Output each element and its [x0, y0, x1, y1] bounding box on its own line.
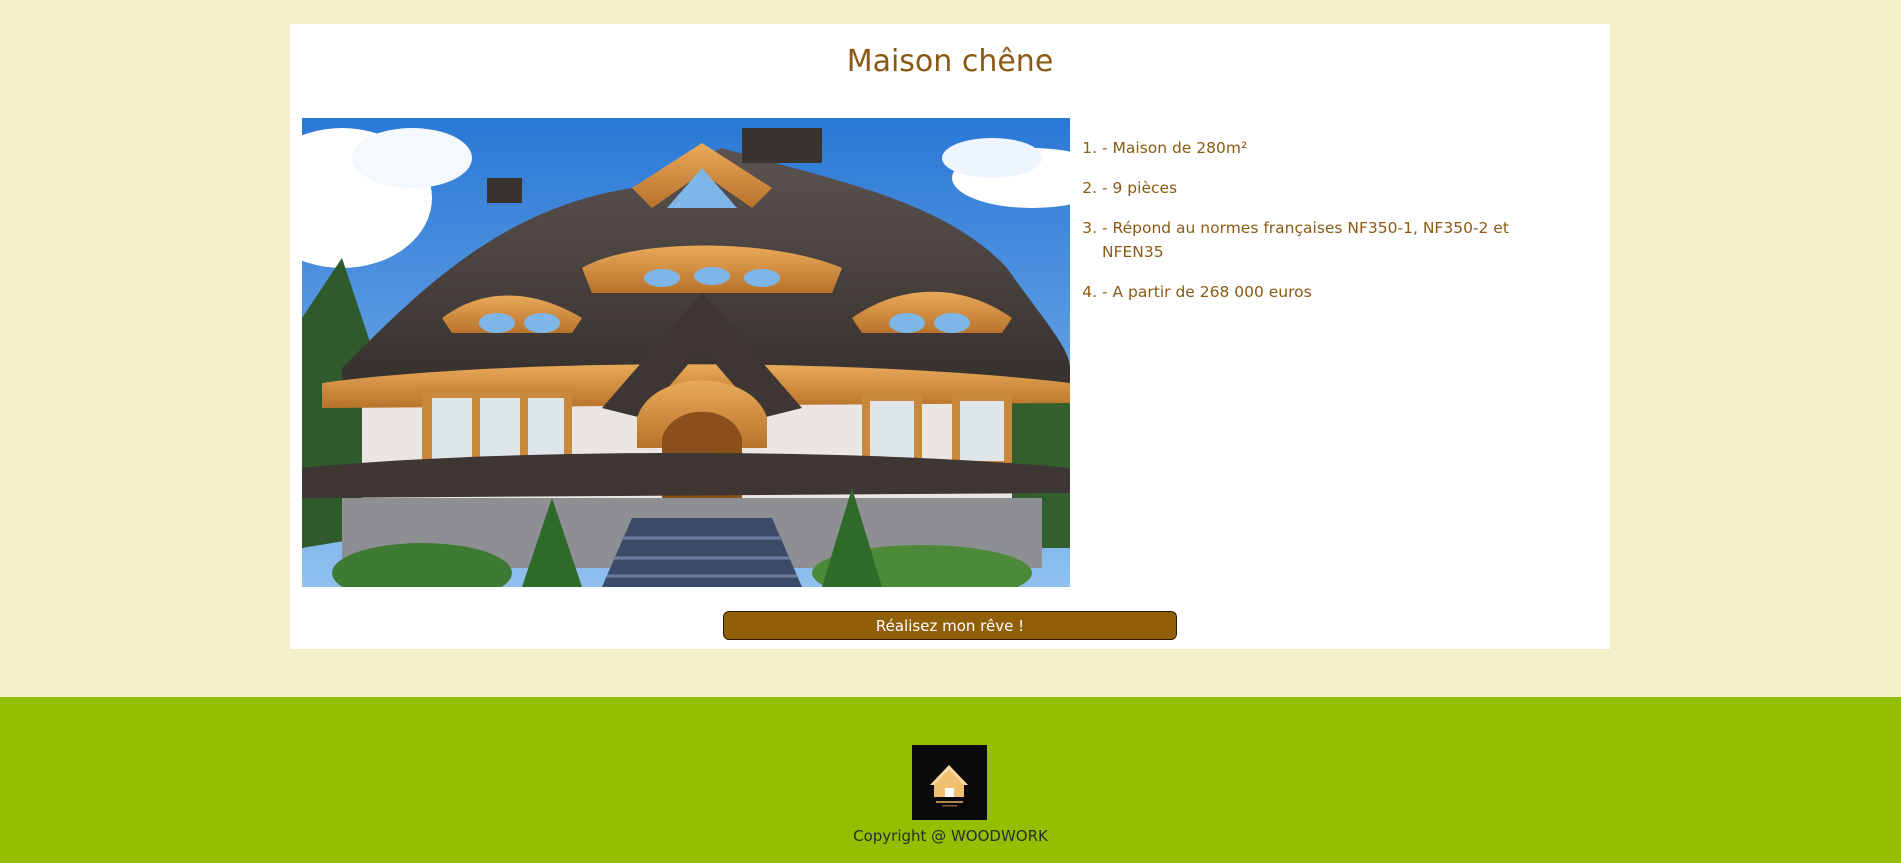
- product-card: Maison chêne 1. - Maison de 280m² 2. - 9…: [290, 24, 1610, 649]
- realize-dream-button[interactable]: Réalisez mon rêve !: [723, 611, 1177, 640]
- copyright-text: Copyright @ WOODWORK: [853, 827, 1048, 845]
- house-logo-icon[interactable]: [912, 745, 987, 820]
- feature-item: - 9 pièces: [1102, 176, 1532, 200]
- footer: Copyright @ WOODWORK: [0, 697, 1901, 863]
- house-photo: [302, 118, 1070, 587]
- feature-item: - Répond au normes françaises NF350-1, N…: [1102, 216, 1532, 264]
- feature-item: - A partir de 268 000 euros: [1102, 280, 1532, 304]
- feature-item: - Maison de 280m²: [1102, 136, 1532, 160]
- features-list: - Maison de 280m² - 9 pièces - Répond au…: [1080, 136, 1532, 320]
- page-title: Maison chêne: [846, 44, 1054, 79]
